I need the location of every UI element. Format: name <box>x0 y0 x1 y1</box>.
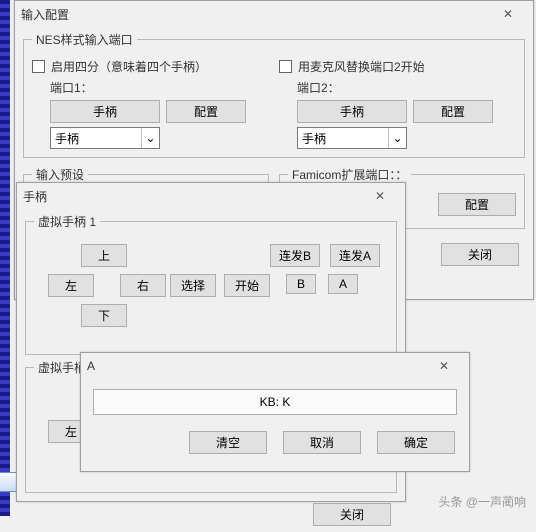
nes-legend: NES样式输入端口 <box>32 31 137 48</box>
close-icon[interactable]: ✕ <box>361 184 399 208</box>
key-capture-value: KB: K <box>260 395 291 409</box>
titlebar-main: 输入配置 ✕ <box>15 1 533 27</box>
enable-quad-checkbox[interactable] <box>32 60 45 73</box>
nes-ports-group: NES样式输入端口 启用四分（意味着四个手柄） 端口1： 手柄 配置 手柄 ⌄ <box>23 31 525 158</box>
window-title: 输入配置 <box>21 6 489 23</box>
titlebar-key: A ✕ <box>81 353 469 379</box>
port1-select[interactable]: 手柄 ⌄ <box>50 127 160 149</box>
titlebar-pad: 手柄 ✕ <box>17 183 405 209</box>
start-button[interactable]: 开始 <box>224 274 270 297</box>
select-button[interactable]: 选择 <box>170 274 216 297</box>
mic-replace-label: 用麦克风替换端口2开始 <box>298 58 425 75</box>
clear-button[interactable]: 清空 <box>189 431 267 454</box>
pad-close-button[interactable]: 关闭 <box>313 503 391 526</box>
a-button[interactable]: A <box>328 274 358 294</box>
virtual-pad1-legend: 虚拟手柄 1 <box>34 213 100 230</box>
background-stripe <box>0 0 10 516</box>
ok-button[interactable]: 确定 <box>377 431 455 454</box>
dpad-right-button[interactable]: 右 <box>120 274 166 297</box>
b-button[interactable]: B <box>286 274 316 294</box>
presets-legend: 输入预设 <box>32 166 88 183</box>
pad-title: 手柄 <box>23 188 361 205</box>
port1-label: 端口1： <box>50 79 269 96</box>
port1-configure-button[interactable]: 配置 <box>166 100 246 123</box>
virtual-pad1-group: 虚拟手柄 1 上 左 右 下 选择 开始 B A 连发B 连发A <box>25 213 397 355</box>
famicom-legend: Famicom扩展端口：： <box>288 166 411 183</box>
key-capture-field[interactable]: KB: K <box>93 389 457 415</box>
close-icon[interactable]: ✕ <box>489 2 527 26</box>
mic-replace-checkbox[interactable] <box>279 60 292 73</box>
port2-label: 端口2： <box>297 79 516 96</box>
close-icon[interactable]: ✕ <box>425 354 463 378</box>
port1-gamepad-button[interactable]: 手柄 <box>50 100 160 123</box>
watermark: 头条 @一声蔺响 <box>438 493 526 510</box>
port2-select[interactable]: 手柄 ⌄ <box>297 127 407 149</box>
dpad-up-button[interactable]: 上 <box>81 244 127 267</box>
chevron-down-icon: ⌄ <box>141 128 159 148</box>
chevron-down-icon: ⌄ <box>388 128 406 148</box>
port2-gamepad-button[interactable]: 手柄 <box>297 100 407 123</box>
keybind-dialog: A ✕ KB: K 清空 取消 确定 <box>80 352 470 472</box>
port2-configure-button[interactable]: 配置 <box>413 100 493 123</box>
turbo-b-button[interactable]: 连发B <box>270 244 320 267</box>
keydlg-title: A <box>87 359 425 373</box>
dpad-left-button[interactable]: 左 <box>48 274 94 297</box>
main-close-button[interactable]: 关闭 <box>441 243 519 266</box>
port2-select-value: 手柄 <box>302 130 326 147</box>
port1-select-value: 手柄 <box>55 130 79 147</box>
dpad-down-button[interactable]: 下 <box>81 304 127 327</box>
famicom-configure-button[interactable]: 配置 <box>438 193 516 216</box>
turbo-a-button[interactable]: 连发A <box>330 244 380 267</box>
enable-quad-label: 启用四分（意味着四个手柄） <box>51 58 207 75</box>
cancel-button[interactable]: 取消 <box>283 431 361 454</box>
